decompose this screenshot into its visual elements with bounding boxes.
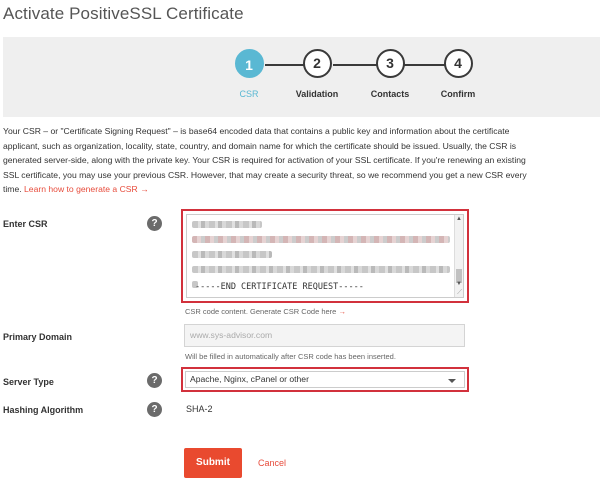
csr-description: Your CSR – or "Certificate Signing Reque… <box>3 124 543 197</box>
chevron-down-icon <box>448 379 456 383</box>
resize-handle-icon[interactable]: ⟋ <box>457 289 462 297</box>
server-type-select[interactable]: Apache, Nginx, cPanel or other <box>185 371 465 388</box>
progress-stepper: 1 CSR 2 Validation 3 Contacts 4 Confirm <box>3 37 600 117</box>
primary-domain-label: Primary Domain <box>3 332 73 342</box>
server-type-value: Apache, Nginx, cPanel or other <box>190 374 309 384</box>
step-label: Contacts <box>370 89 410 99</box>
cancel-link[interactable]: Cancel <box>258 458 286 468</box>
step-number: 2 <box>302 49 332 78</box>
step-label: Validation <box>295 89 339 99</box>
generate-csr-code-link[interactable]: → <box>338 307 346 316</box>
primary-domain-field[interactable]: www.sys-advisor.com <box>184 324 465 347</box>
blurred-csr-line <box>192 266 450 273</box>
step-validation[interactable]: 2 Validation <box>282 49 352 99</box>
step-label: CSR <box>239 89 259 99</box>
step-label: Confirm <box>440 89 476 99</box>
scroll-down-icon[interactable]: ▼ <box>455 280 463 288</box>
csr-hint: CSR code content. Generate CSR Code here… <box>185 307 346 316</box>
generate-csr-link[interactable]: Learn how to generate a CSR → <box>24 184 149 194</box>
hashing-algorithm-value: SHA-2 <box>186 404 213 414</box>
csr-help-icon[interactable]: ? <box>147 216 162 231</box>
server-type-select-highlight: Apache, Nginx, cPanel or other <box>181 367 469 392</box>
csr-textarea[interactable]: -----END CERTIFICATE REQUEST----- ▲ ▼ ⟋ <box>186 214 464 298</box>
csr-end-marker: -----END CERTIFICATE REQUEST----- <box>195 282 364 292</box>
step-confirm[interactable]: 4 Confirm <box>423 49 493 99</box>
hashing-help-icon[interactable]: ? <box>147 402 162 417</box>
csr-scrollbar[interactable]: ▲ ▼ <box>454 215 463 297</box>
scroll-up-icon[interactable]: ▲ <box>455 215 463 223</box>
blurred-csr-line <box>192 251 272 258</box>
step-contacts[interactable]: 3 Contacts <box>355 49 425 99</box>
server-type-help-icon[interactable]: ? <box>147 373 162 388</box>
step-number: 4 <box>443 49 473 78</box>
primary-domain-hint: Will be filled in automatically after CS… <box>185 352 396 361</box>
hashing-algorithm-label: Hashing Algorithm <box>3 405 84 415</box>
blurred-csr-line <box>192 236 450 243</box>
step-csr[interactable]: 1 CSR <box>214 49 284 99</box>
step-number: 3 <box>375 49 405 78</box>
blurred-csr-line <box>192 221 262 228</box>
submit-button[interactable]: Submit <box>184 448 242 478</box>
page-title: Activate PositiveSSL Certificate <box>3 4 244 23</box>
server-type-label: Server Type <box>3 377 54 387</box>
csr-hint-text: CSR code content. Generate CSR Code here <box>185 307 337 316</box>
csr-textarea-highlight: -----END CERTIFICATE REQUEST----- ▲ ▼ ⟋ <box>181 209 469 303</box>
step-number: 1 <box>234 49 264 78</box>
csr-label: Enter CSR <box>3 219 48 229</box>
